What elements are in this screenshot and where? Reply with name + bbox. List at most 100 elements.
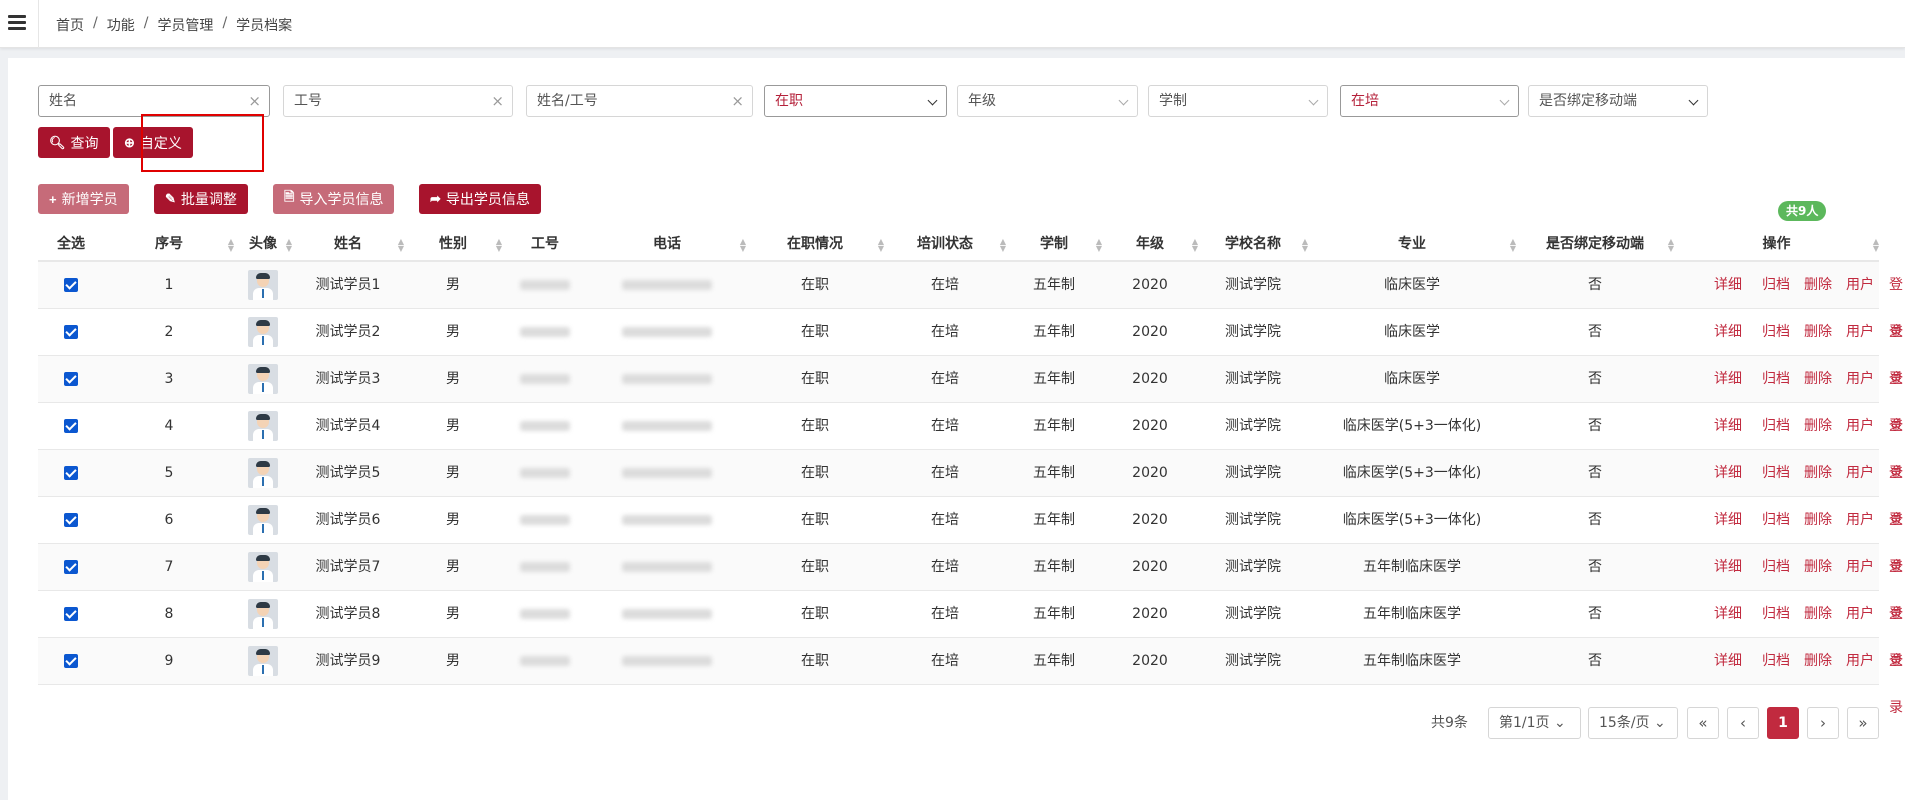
system-select[interactable]: 学制: [1148, 85, 1328, 117]
employment-select[interactable]: 在职: [764, 85, 947, 117]
column-header-name[interactable]: 姓名 ▲ ▼: [292, 227, 404, 262]
action-login-link[interactable]: 登录: [1889, 497, 1903, 575]
name-or-job-input[interactable]: 姓名/工号 ×: [526, 85, 753, 117]
action-detail-link[interactable]: 详细: [1714, 450, 1742, 497]
page-select[interactable]: 第1/1页 ⌄: [1488, 707, 1581, 739]
column-header-school[interactable]: 学校名称 ▲ ▼: [1198, 227, 1308, 262]
action-detail-link[interactable]: 详细: [1714, 497, 1742, 544]
action-user-link[interactable]: 用户: [1846, 544, 1874, 591]
action-login-link[interactable]: 登录: [1889, 591, 1903, 669]
action-user-link[interactable]: 用户: [1846, 638, 1874, 685]
row-checkbox[interactable]: [64, 654, 78, 668]
row-checkbox[interactable]: [64, 607, 78, 621]
clear-icon[interactable]: ×: [491, 86, 504, 116]
column-header-seq[interactable]: 序号 ▲ ▼: [104, 227, 234, 262]
breadcrumb-student-management[interactable]: 学员管理: [157, 15, 213, 35]
action-login-link[interactable]: 登录: [1889, 450, 1903, 528]
sort-icon[interactable]: ▲ ▼: [1873, 238, 1879, 253]
action-user-link[interactable]: 用户: [1846, 309, 1874, 356]
action-archive-link[interactable]: 归档: [1762, 497, 1790, 544]
action-delete-link[interactable]: 删除: [1804, 309, 1832, 356]
action-detail-link[interactable]: 详细: [1714, 591, 1742, 638]
action-delete-link[interactable]: 删除: [1804, 450, 1832, 497]
grade-cell: 2020: [1132, 653, 1168, 669]
action-archive-link[interactable]: 归档: [1762, 403, 1790, 450]
action-detail-link[interactable]: 详细: [1714, 262, 1742, 309]
add-student-button[interactable]: + 新增学员: [38, 184, 129, 214]
breadcrumb-home[interactable]: 首页: [56, 15, 84, 35]
action-login-link[interactable]: 登录: [1889, 262, 1903, 340]
page-size-select[interactable]: 15条/页 ⌄: [1588, 707, 1678, 739]
action-archive-link[interactable]: 归档: [1762, 356, 1790, 403]
clear-icon[interactable]: ×: [248, 86, 261, 116]
action-user-link[interactable]: 用户: [1846, 450, 1874, 497]
column-header-avatar[interactable]: 头像 ▲ ▼: [234, 227, 292, 262]
redacted-value: [622, 656, 712, 666]
column-header-training-status[interactable]: 培训状态 ▲ ▼: [884, 227, 1006, 262]
column-header-employment[interactable]: 在职情况 ▲ ▼: [746, 227, 884, 262]
name-cell: 测试学员8: [315, 606, 381, 622]
mobile-bound-select[interactable]: 是否绑定移动端: [1528, 85, 1708, 117]
action-detail-link[interactable]: 详细: [1714, 356, 1742, 403]
column-header-system[interactable]: 学制 ▲ ▼: [1006, 227, 1102, 262]
row-checkbox[interactable]: [64, 419, 78, 433]
row-checkbox[interactable]: [64, 513, 78, 527]
action-delete-link[interactable]: 删除: [1804, 591, 1832, 638]
column-header-grade[interactable]: 年级 ▲ ▼: [1102, 227, 1198, 262]
action-detail-link[interactable]: 详细: [1714, 544, 1742, 591]
mobile-bound-cell: 否: [1588, 418, 1602, 434]
action-user-link[interactable]: 用户: [1846, 356, 1874, 403]
action-delete-link[interactable]: 删除: [1804, 638, 1832, 685]
last-page-button[interactable]: »: [1847, 707, 1879, 739]
action-login-link[interactable]: 登录: [1889, 356, 1903, 434]
action-delete-link[interactable]: 删除: [1804, 497, 1832, 544]
action-delete-link[interactable]: 删除: [1804, 262, 1832, 309]
action-archive-link[interactable]: 归档: [1762, 638, 1790, 685]
column-header-actions[interactable]: 操作 ▲ ▼: [1674, 227, 1880, 262]
action-login-link[interactable]: 登录: [1889, 309, 1903, 387]
action-detail-link[interactable]: 详细: [1714, 638, 1742, 685]
action-archive-link[interactable]: 归档: [1762, 544, 1790, 591]
job-no-input[interactable]: 工号 ×: [283, 85, 513, 117]
row-checkbox[interactable]: [64, 372, 78, 386]
row-checkbox[interactable]: [64, 560, 78, 574]
action-archive-link[interactable]: 归档: [1762, 262, 1790, 309]
hamburger-menu-icon[interactable]: [8, 15, 26, 31]
action-detail-link[interactable]: 详细: [1714, 403, 1742, 450]
import-students-button[interactable]: 🗎︎ 导入学员信息: [273, 184, 395, 214]
action-delete-link[interactable]: 删除: [1804, 356, 1832, 403]
action-archive-link[interactable]: 归档: [1762, 591, 1790, 638]
action-delete-link[interactable]: 删除: [1804, 544, 1832, 591]
grade-select[interactable]: 年级: [957, 85, 1138, 117]
row-checkbox[interactable]: [64, 466, 78, 480]
batch-adjust-button[interactable]: ✎ 批量调整: [154, 184, 248, 214]
action-login-link[interactable]: 登录: [1889, 638, 1903, 716]
action-user-link[interactable]: 用户: [1846, 497, 1874, 544]
training-select[interactable]: 在培: [1340, 85, 1519, 117]
action-detail-link[interactable]: 详细: [1714, 309, 1742, 356]
action-user-link[interactable]: 用户: [1846, 591, 1874, 638]
breadcrumb-function[interactable]: 功能: [107, 15, 135, 35]
action-archive-link[interactable]: 归档: [1762, 309, 1790, 356]
prev-page-button[interactable]: ‹: [1727, 707, 1759, 739]
name-input[interactable]: 姓名 ×: [38, 85, 270, 117]
column-header-phone[interactable]: 电话 ▲ ▼: [588, 227, 746, 262]
row-checkbox[interactable]: [64, 325, 78, 339]
next-page-button[interactable]: ›: [1807, 707, 1839, 739]
action-archive-link[interactable]: 归档: [1762, 450, 1790, 497]
action-user-link[interactable]: 用户: [1846, 403, 1874, 450]
action-user-link[interactable]: 用户: [1846, 262, 1874, 309]
current-page-button[interactable]: 1: [1767, 707, 1799, 739]
column-header-mobile-bound[interactable]: 是否绑定移动端 ▲ ▼: [1516, 227, 1674, 262]
action-login-link[interactable]: 登录: [1889, 403, 1903, 481]
action-login-link[interactable]: 登录: [1889, 544, 1903, 622]
row-checkbox[interactable]: [64, 278, 78, 292]
action-delete-link[interactable]: 删除: [1804, 403, 1832, 450]
seq-cell: 5: [164, 465, 174, 481]
column-header-major[interactable]: 专业 ▲ ▼: [1308, 227, 1516, 262]
query-button[interactable]: 🔍︎ 查询: [38, 127, 110, 158]
first-page-button[interactable]: «: [1687, 707, 1719, 739]
export-students-button[interactable]: ➦ 导出学员信息: [419, 184, 541, 214]
clear-icon[interactable]: ×: [731, 86, 744, 116]
column-header-gender[interactable]: 性别 ▲ ▼: [404, 227, 502, 262]
